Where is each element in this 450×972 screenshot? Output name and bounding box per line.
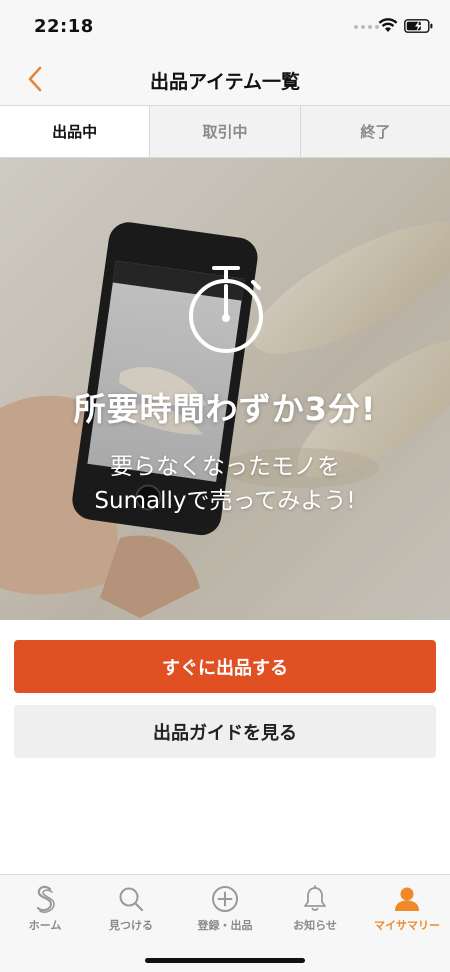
tabbar-label-discover: 見つける <box>109 919 153 932</box>
tabbar-item-notifications[interactable]: お知らせ <box>270 875 360 945</box>
listing-guide-button[interactable]: 出品ガイドを見る <box>14 705 436 758</box>
tab-listing[interactable]: 出品中 <box>0 106 150 157</box>
battery-icon <box>404 19 433 33</box>
home-indicator <box>145 958 305 963</box>
status-time: 22:18 <box>34 16 94 37</box>
tabbar-item-home[interactable]: ホーム <box>0 875 90 945</box>
tabbar-label-register: 登録・出品 <box>197 919 253 932</box>
hero-subtext-line2: Sumallyで売ってみよう! <box>94 488 356 514</box>
hero-banner: 所要時間わずか3分! 要らなくなったモノを Sumallyで売ってみよう! <box>0 158 450 620</box>
search-icon <box>119 887 144 912</box>
nav-bar: 出品アイテム一覧 <box>0 52 450 106</box>
tabbar-label-home: ホーム <box>28 919 62 932</box>
page-title: 出品アイテム一覧 <box>149 71 301 93</box>
listing-status-tabs: 出品中 取引中 終了 <box>0 106 450 158</box>
stopwatch-icon <box>189 266 263 353</box>
hero-subtext-line1: 要らなくなったモノを <box>110 454 340 480</box>
plus-circle-icon <box>212 886 238 912</box>
tab-trading[interactable]: 取引中 <box>149 106 300 157</box>
bell-icon <box>304 885 326 911</box>
status-bar: 22:18 <box>0 0 450 52</box>
list-now-button[interactable]: すぐに出品する <box>14 640 436 693</box>
tabbar-label-mysumally: マイサマリー <box>374 919 440 932</box>
hero-headline: 所要時間わずか3分! <box>73 390 377 428</box>
tabbar-item-mysumally[interactable]: マイサマリー <box>362 875 450 945</box>
tabbar-item-register[interactable]: 登録・出品 <box>180 875 270 945</box>
wifi-icon <box>378 18 398 32</box>
signal-icon <box>354 25 379 29</box>
sumally-logo-icon <box>36 885 55 913</box>
tab-finished[interactable]: 終了 <box>299 106 450 157</box>
tabbar-label-notifications: お知らせ <box>293 919 337 932</box>
person-icon <box>395 887 419 911</box>
tabbar-item-discover[interactable]: 見つける <box>86 875 176 945</box>
